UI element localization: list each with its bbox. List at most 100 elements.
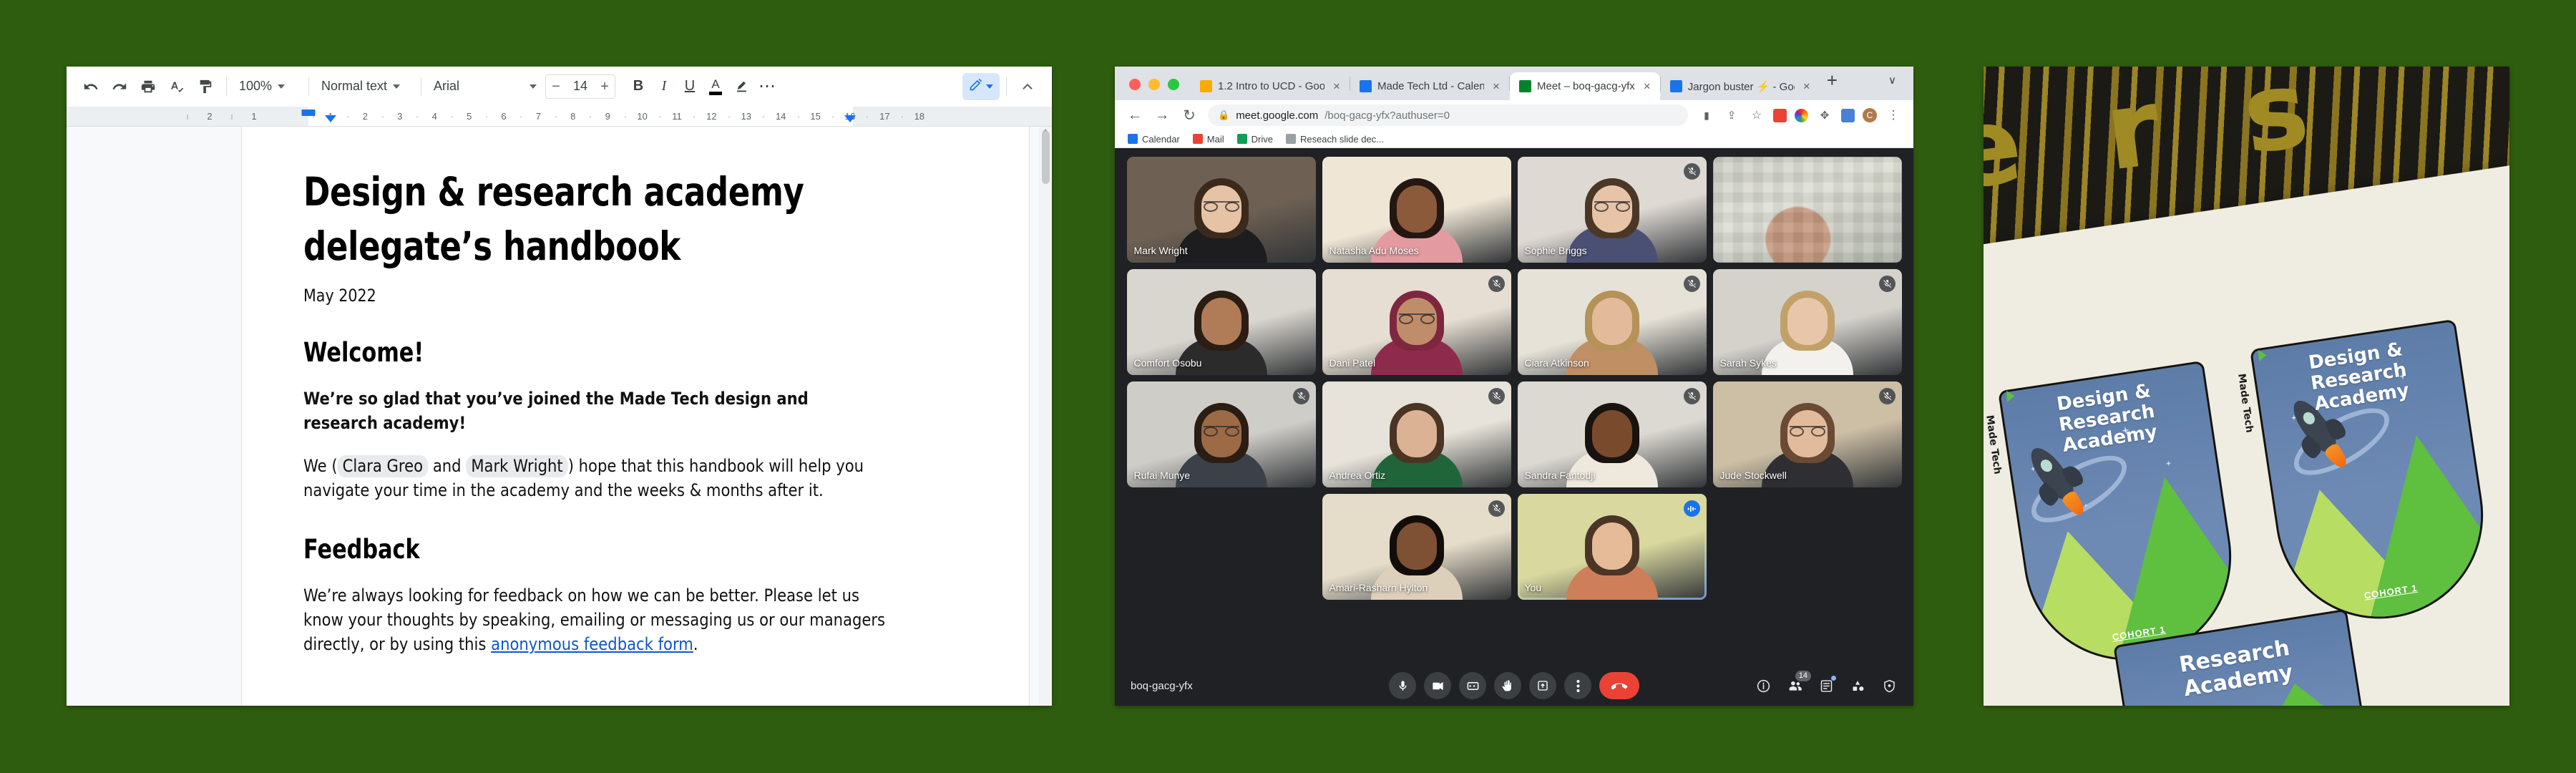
participant-glasses (1398, 313, 1435, 324)
redo-icon[interactable] (105, 72, 134, 101)
bookmark-item[interactable]: Reseach slide dec... (1285, 134, 1384, 145)
font-size-stepper[interactable]: − 14 + (545, 74, 615, 99)
tab-close-icon[interactable]: × (1490, 79, 1503, 94)
left-indent-marker[interactable] (325, 115, 336, 122)
participant-tile[interactable]: Natasha Adu Moses (1322, 157, 1511, 263)
highlight-color-button[interactable] (728, 74, 754, 99)
extension-blue-icon[interactable] (1841, 108, 1855, 122)
meeting-details-button[interactable] (1755, 677, 1772, 694)
zoom-select[interactable]: 100% (233, 74, 302, 99)
docs-ruler[interactable]: 2 1 1 2 3 4 5 6 7 8 9 10 11 12 13 14 15 16 17 18 (67, 107, 1052, 127)
minimize-window-button[interactable] (1148, 79, 1160, 90)
docs-scrollbar-thumb[interactable] (1042, 131, 1050, 184)
italic-button[interactable]: I (651, 74, 677, 99)
tab-close-icon[interactable]: × (1641, 79, 1654, 94)
paint-format-icon[interactable] (191, 72, 220, 101)
leave-call-button[interactable] (1599, 672, 1639, 699)
person-chip-clara-greo[interactable]: Clara Greo (337, 454, 429, 477)
participant-glasses (1594, 201, 1630, 212)
browser-menu-button[interactable]: ⋮ (1885, 108, 1902, 122)
participant-tile[interactable]: Andrea Ortiz (1322, 381, 1511, 487)
underline-button[interactable]: U (677, 74, 703, 99)
participant-tile[interactable]: Jude Stockwell (1712, 381, 1902, 487)
activities-button[interactable] (1849, 677, 1866, 694)
docs-scrollbar[interactable] (1039, 127, 1052, 706)
microphone-button[interactable] (1389, 672, 1416, 699)
participant-tile[interactable]: Dani Patel (1322, 269, 1511, 375)
paragraph-style-select[interactable]: Normal text (316, 74, 414, 99)
present-button[interactable] (1529, 672, 1556, 699)
undo-icon[interactable] (77, 72, 105, 101)
mic-muted-icon (1683, 163, 1700, 180)
bold-button[interactable]: B (625, 74, 651, 99)
back-button[interactable]: ← (1126, 107, 1143, 124)
print-icon[interactable] (134, 72, 162, 101)
font-size-decrease[interactable]: − (546, 75, 566, 98)
tab-close-icon[interactable]: × (1330, 79, 1343, 94)
captions-button[interactable] (1459, 672, 1486, 699)
host-controls-button[interactable] (1880, 677, 1898, 694)
participant-tile[interactable]: Sandra Fantodji (1517, 381, 1707, 487)
cast-icon[interactable]: ▮ (1698, 110, 1715, 122)
text-color-button[interactable]: A (703, 74, 728, 99)
google-docs-window: 100% Normal text Arial − 14 + B I U A ⋯ … (67, 67, 1052, 706)
first-line-indent-marker[interactable] (301, 110, 316, 116)
font-select[interactable]: Arial (428, 74, 542, 99)
participant-face (1396, 185, 1437, 233)
ruler-tick-label: 3 (397, 111, 403, 122)
participant-tile[interactable] (1712, 157, 1902, 263)
new-tab-button[interactable]: + (1820, 69, 1845, 97)
more-toolbar-options-button[interactable]: ⋯ (754, 74, 780, 99)
close-window-button[interactable] (1129, 79, 1141, 90)
tab-search-button[interactable]: ∨ (1888, 74, 1913, 94)
participant-name: Sandra Fantodji (1524, 470, 1596, 481)
raise-hand-button[interactable] (1494, 672, 1521, 699)
browser-tab[interactable]: Made Tech Ltd - Calendar - 5 d × (1350, 72, 1509, 100)
people-button[interactable]: 14 (1786, 671, 1811, 694)
collapse-menus-icon[interactable] (1013, 72, 1042, 101)
participant-tile[interactable]: Comfort Osobu (1126, 269, 1316, 375)
participant-tile[interactable]: Ciara Atkinson (1517, 269, 1707, 375)
right-indent-marker[interactable] (844, 115, 856, 122)
participant-tile[interactable]: Sarah Sykes (1712, 269, 1902, 375)
participant-tile[interactable]: You (1517, 494, 1707, 600)
participant-tile[interactable]: Amari-Rasharn Hylton (1322, 494, 1511, 600)
tab-title: Meet – boq-gacg-yfx (1537, 80, 1635, 92)
docs-page[interactable]: Design & research academy delegate’s han… (242, 127, 1029, 706)
bookmark-item[interactable]: Mail (1192, 134, 1224, 145)
bookmark-item[interactable]: Calendar (1128, 134, 1180, 145)
ruler-tick-label: 5 (466, 111, 472, 122)
participant-name: Mark Wright (1133, 245, 1188, 256)
more-options-button[interactable] (1564, 672, 1591, 699)
bookmark-item[interactable]: Drive (1236, 134, 1273, 145)
font-size-increase[interactable]: + (595, 75, 615, 98)
browser-tab[interactable]: 1.2 Intro to UCD - Google Slide × (1191, 72, 1350, 100)
person-chip-mark-wright[interactable]: Mark Wright (466, 454, 568, 477)
participant-tile[interactable]: Rufai Munye (1126, 381, 1316, 487)
reload-button[interactable]: ↻ (1181, 107, 1198, 125)
address-bar[interactable]: 🔒 meet.google.com/boq-gacg-yfx?authuser=… (1208, 104, 1688, 126)
font-size-value[interactable]: 14 (566, 79, 595, 94)
extension-puzzle-icon[interactable]: ✥ (1816, 109, 1833, 122)
editing-mode-button[interactable] (962, 72, 1000, 100)
shield-icon (1883, 679, 1895, 692)
bookmark-star-icon[interactable]: ☆ (1748, 108, 1765, 122)
heading-welcome: Welcome! (303, 336, 424, 368)
pencil-icon (969, 77, 983, 95)
anonymous-feedback-form-link[interactable]: anonymous feedback form (491, 634, 693, 654)
maximize-window-button[interactable] (1168, 79, 1179, 90)
extension-red-icon[interactable] (1773, 108, 1787, 122)
camera-button[interactable] (1424, 672, 1451, 699)
tab-close-icon[interactable]: × (1800, 79, 1813, 94)
forward-button[interactable]: → (1153, 107, 1171, 124)
share-icon[interactable]: ⇪ (1723, 109, 1740, 122)
ruler-tick (832, 116, 834, 118)
chat-button[interactable] (1818, 676, 1836, 694)
profile-avatar[interactable]: C (1863, 108, 1877, 122)
participant-tile[interactable]: Sophie Briggs (1517, 157, 1707, 263)
browser-tab[interactable]: Meet – boq-gacg-yfx × (1510, 72, 1660, 100)
spellcheck-icon[interactable] (162, 72, 191, 101)
extension-colorwheel-icon[interactable] (1795, 108, 1808, 122)
participant-tile[interactable]: Mark Wright (1126, 157, 1316, 263)
browser-tab[interactable]: Jargon buster ⚡ - Google Doc × (1661, 72, 1820, 100)
